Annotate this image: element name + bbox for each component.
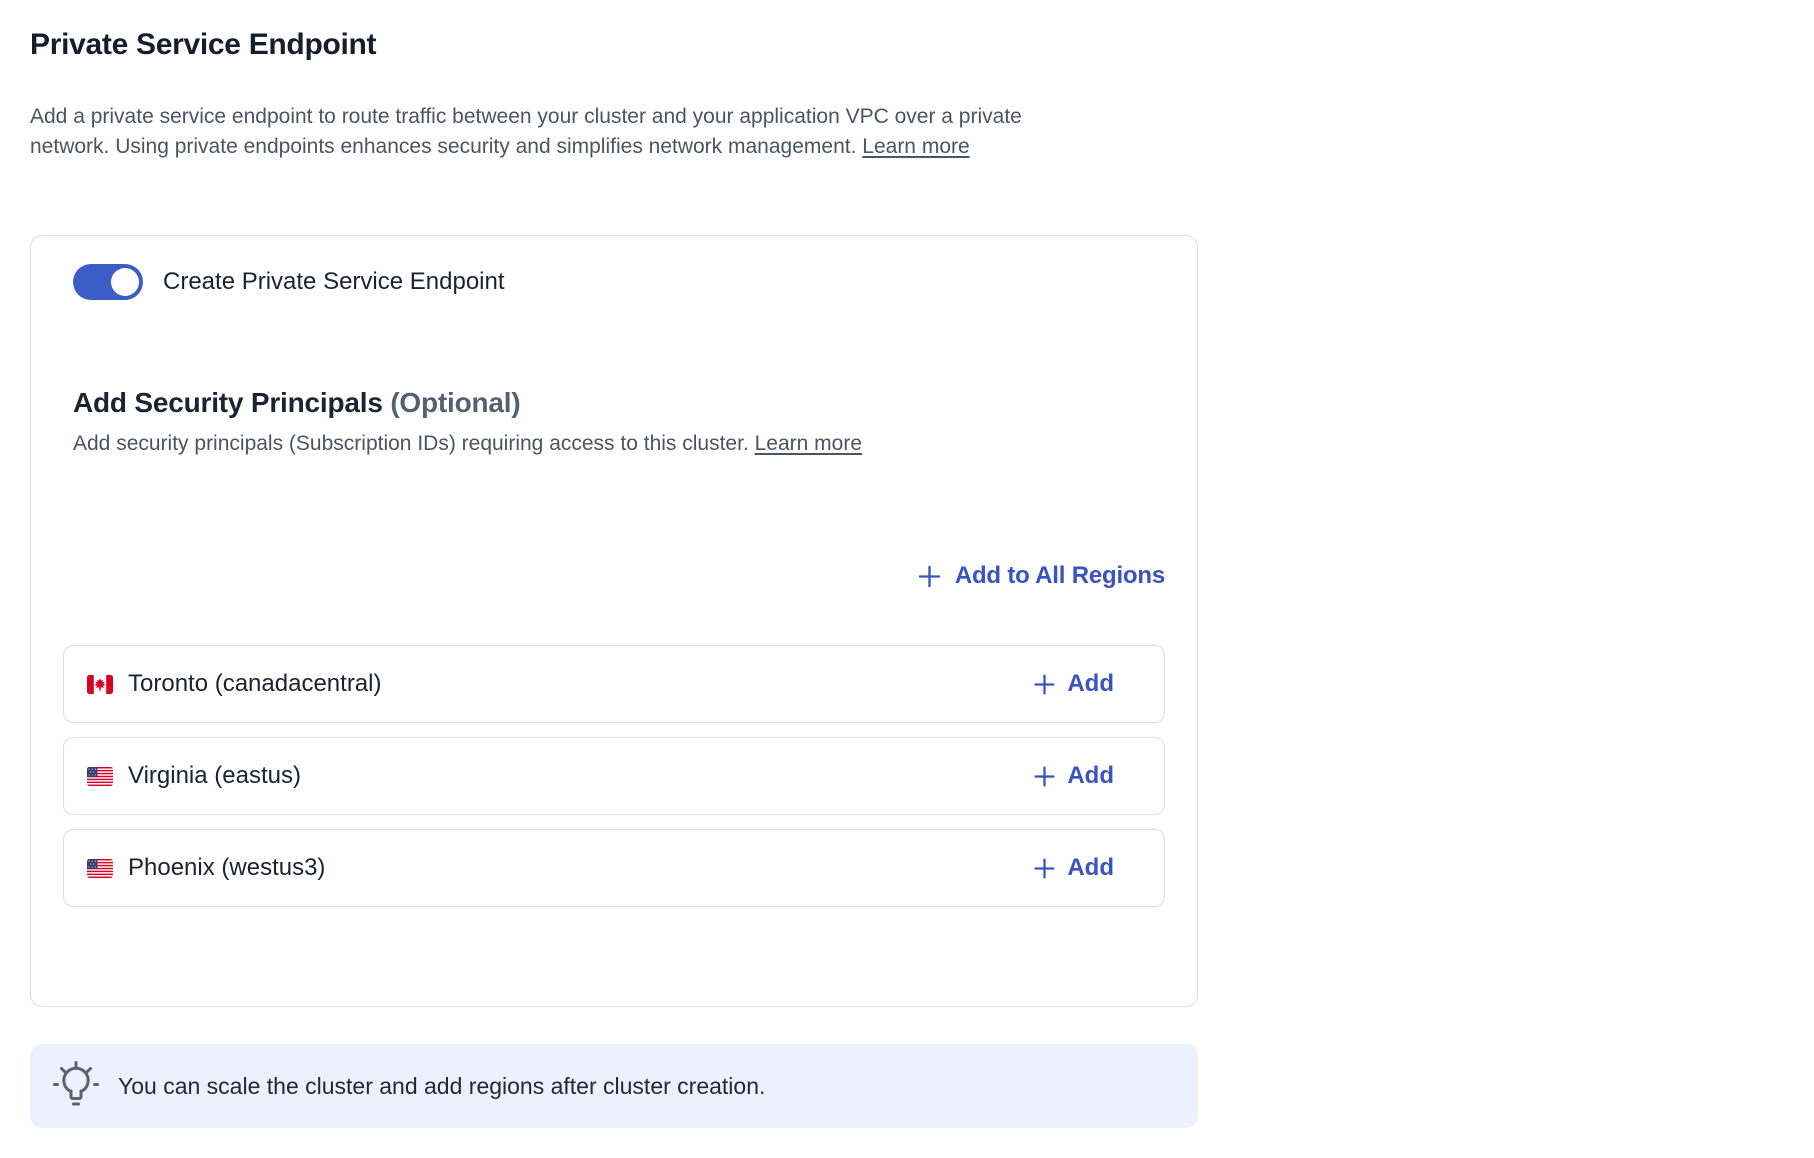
region-row-virginia: Virginia (eastus) Add [63, 737, 1165, 815]
security-learn-more-link[interactable]: Learn more [755, 432, 862, 455]
security-principals-heading-text: Add Security Principals [73, 387, 383, 418]
create-endpoint-toggle[interactable] [73, 264, 143, 300]
add-region-label: Add [1067, 670, 1114, 698]
plus-icon [1032, 856, 1057, 881]
info-banner: You can scale the cluster and add region… [30, 1044, 1198, 1128]
region-row-phoenix: Phoenix (westus3) Add [63, 829, 1165, 907]
page-description: Add a private service endpoint to route … [30, 102, 1200, 162]
region-name: Phoenix (westus3) [128, 854, 1032, 882]
info-banner-text: You can scale the cluster and add region… [118, 1073, 765, 1100]
toggle-knob [111, 268, 139, 296]
add-region-button-virginia[interactable]: Add [1032, 762, 1114, 790]
add-to-all-regions-button[interactable]: Add to All Regions [916, 562, 1165, 590]
region-list: Toronto (canadacentral) Add [63, 645, 1165, 907]
canada-flag-icon [87, 675, 113, 694]
learn-more-link[interactable]: Learn more [862, 135, 969, 158]
region-name: Virginia (eastus) [128, 762, 1032, 790]
add-to-all-regions-row: Add to All Regions [63, 562, 1165, 590]
lightbulb-icon [48, 1058, 104, 1114]
add-region-label: Add [1067, 762, 1114, 790]
add-to-all-regions-label: Add to All Regions [955, 562, 1165, 590]
toggle-label: Create Private Service Endpoint [163, 268, 505, 296]
security-principals-description: Add security principals (Subscription ID… [73, 429, 1165, 459]
security-principals-description-text: Add security principals (Subscription ID… [73, 432, 749, 455]
plus-icon [916, 563, 943, 590]
plus-icon [1032, 672, 1057, 697]
page-title: Private Service Endpoint [30, 28, 1200, 62]
page-description-line2: network. Using private endpoints enhance… [30, 132, 1200, 162]
plus-icon [1032, 764, 1057, 789]
us-flag-icon [87, 859, 113, 878]
region-name: Toronto (canadacentral) [128, 670, 1032, 698]
add-region-label: Add [1067, 854, 1114, 882]
region-row-toronto: Toronto (canadacentral) Add [63, 645, 1165, 723]
private-service-endpoint-section: Private Service Endpoint Add a private s… [30, 0, 1200, 1128]
toggle-row: Create Private Service Endpoint [73, 264, 1165, 300]
us-flag-icon [87, 767, 113, 786]
page-description-line2-text: network. Using private endpoints enhance… [30, 135, 856, 158]
add-region-button-toronto[interactable]: Add [1032, 670, 1114, 698]
private-endpoint-card: Create Private Service Endpoint Add Secu… [30, 235, 1198, 1007]
add-region-button-phoenix[interactable]: Add [1032, 854, 1114, 882]
security-principals-heading: Add Security Principals (Optional) [73, 387, 1165, 419]
page-description-line1: Add a private service endpoint to route … [30, 102, 1200, 132]
optional-label: (Optional) [390, 387, 520, 418]
